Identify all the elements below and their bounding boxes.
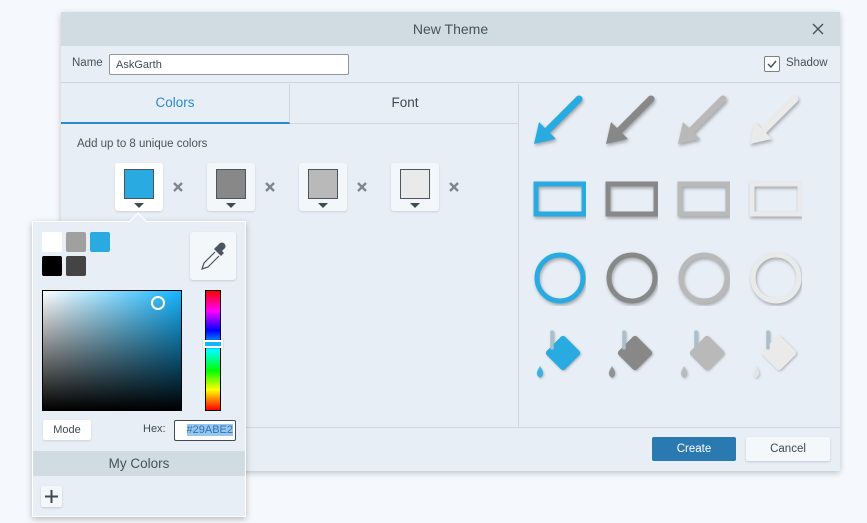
preset-color-black[interactable] — [42, 256, 62, 276]
close-button[interactable] — [810, 21, 826, 37]
close-icon — [449, 182, 459, 192]
mode-button[interactable]: Mode — [43, 420, 91, 440]
arrow-icon[interactable] — [598, 92, 658, 152]
color-swatch-4[interactable] — [391, 163, 439, 211]
preset-color-dark-gray[interactable] — [66, 256, 86, 276]
fill-bucket-icon[interactable] — [598, 324, 658, 384]
fill-bucket-icon[interactable] — [742, 324, 802, 384]
cancel-button[interactable]: Cancel — [746, 437, 830, 461]
dropdown-caret-icon — [134, 203, 144, 208]
name-row: Name Shadow — [61, 46, 840, 83]
rectangle-icon[interactable] — [742, 168, 802, 228]
add-color-button[interactable] — [41, 486, 62, 507]
arrow-icon[interactable] — [670, 92, 730, 152]
name-input[interactable] — [109, 54, 349, 75]
dropdown-caret-icon — [318, 203, 328, 208]
close-icon — [357, 182, 367, 192]
arrow-icon[interactable] — [526, 92, 586, 152]
circle-icon[interactable] — [742, 246, 802, 306]
hex-label: Hex: — [143, 423, 166, 435]
remove-color-2-button[interactable] — [264, 180, 276, 192]
tab-font[interactable]: Font — [291, 84, 519, 124]
swatch-color — [216, 169, 246, 199]
color-swatch-2[interactable] — [207, 163, 255, 211]
rectangle-icon[interactable] — [670, 168, 730, 228]
swatch-color — [400, 169, 430, 199]
checkmark-icon — [767, 60, 777, 69]
color-picker-popup: Mode Hex: #29ABE2 My Colors — [32, 212, 246, 517]
eyedropper-button[interactable] — [190, 232, 236, 280]
remove-color-4-button[interactable] — [448, 180, 460, 192]
close-icon — [265, 182, 275, 192]
name-label: Name — [72, 57, 103, 69]
color-swatch-3[interactable] — [299, 163, 347, 211]
color-selector-handle[interactable] — [151, 296, 165, 310]
preset-color-white[interactable] — [42, 232, 62, 252]
dialog-title: New Theme — [412, 21, 489, 37]
color-swatch-1[interactable] — [115, 163, 163, 211]
colors-hint: Add up to 8 unique colors — [77, 138, 208, 150]
circle-icon[interactable] — [598, 246, 658, 306]
close-icon — [812, 23, 824, 35]
preset-color-gray[interactable] — [66, 232, 86, 252]
my-colors-header: My Colors — [33, 451, 245, 476]
dropdown-caret-icon — [226, 203, 236, 208]
shadow-checkbox[interactable] — [764, 56, 780, 72]
hex-input[interactable]: #29ABE2 — [174, 420, 236, 441]
arrow-icon[interactable] — [742, 92, 802, 152]
circle-icon[interactable] — [670, 246, 730, 306]
fill-bucket-icon[interactable] — [670, 324, 730, 384]
swatch-color — [124, 169, 154, 199]
swatch-color — [308, 169, 338, 199]
saturation-value-area[interactable] — [42, 290, 182, 411]
dropdown-caret-icon — [410, 203, 420, 208]
rectangle-icon[interactable] — [526, 168, 586, 228]
shadow-label: Shadow — [786, 57, 828, 69]
hue-slider-handle[interactable] — [203, 340, 223, 348]
remove-color-3-button[interactable] — [356, 180, 368, 192]
preset-color-blue[interactable] — [90, 232, 110, 252]
eyedropper-icon — [201, 242, 226, 270]
title-bar: New Theme — [61, 12, 840, 46]
fill-bucket-icon[interactable] — [526, 324, 586, 384]
hue-slider[interactable] — [205, 290, 221, 411]
close-icon — [173, 182, 183, 192]
circle-icon[interactable] — [526, 246, 586, 306]
theme-preview-pane — [520, 84, 840, 427]
plus-icon — [45, 490, 58, 503]
tab-bar: Colors Font — [61, 84, 518, 124]
tab-colors[interactable]: Colors — [61, 84, 290, 124]
create-button[interactable]: Create — [652, 437, 736, 461]
hex-value: #29ABE2 — [186, 424, 233, 436]
rectangle-icon[interactable] — [598, 168, 658, 228]
remove-color-1-button[interactable] — [172, 180, 184, 192]
